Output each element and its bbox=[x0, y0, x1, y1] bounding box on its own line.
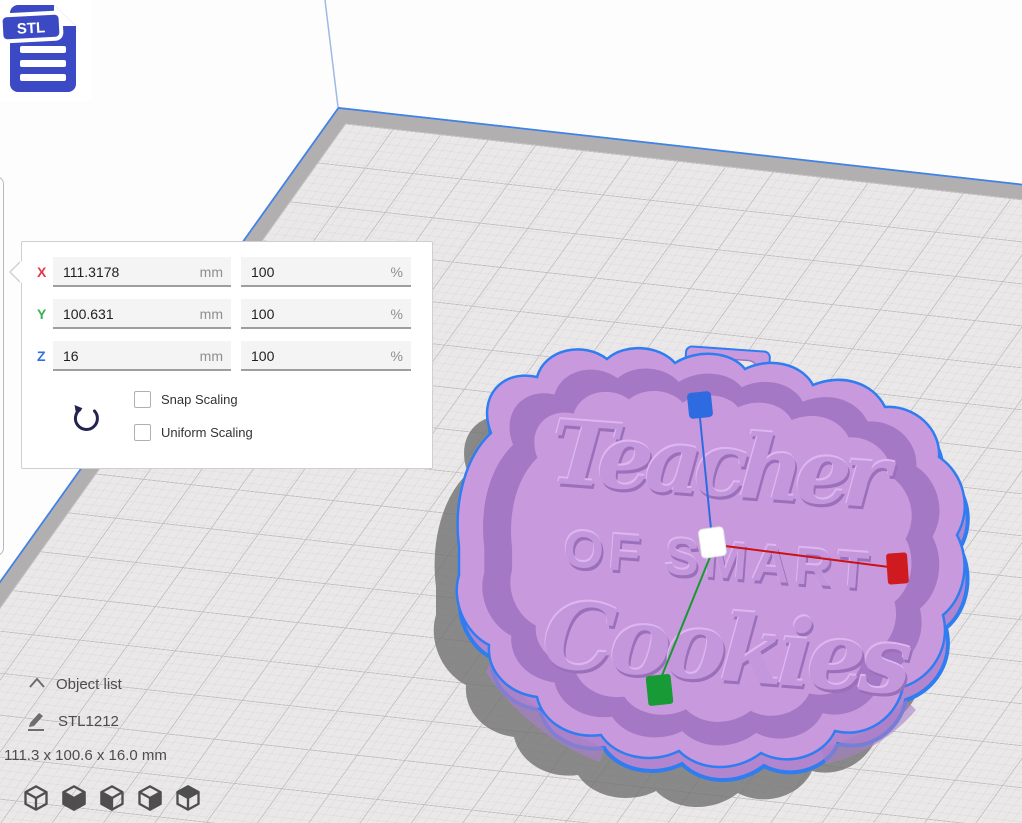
panel-pointer-fill bbox=[11, 261, 22, 283]
z-percent-value: 100 bbox=[251, 348, 274, 364]
axis-y-label: Y bbox=[37, 306, 53, 322]
camera-view-toolbar bbox=[22, 784, 202, 812]
y-percent-unit: % bbox=[391, 306, 403, 322]
stl-file-chip[interactable]: STL bbox=[0, 0, 91, 101]
y-size-unit: mm bbox=[200, 306, 223, 322]
z-size-unit: mm bbox=[200, 348, 223, 364]
x-percent-value: 100 bbox=[251, 264, 274, 280]
top-view-icon[interactable] bbox=[98, 784, 126, 812]
z-percent-input[interactable]: 100 % bbox=[241, 341, 411, 371]
stl-file-icon: STL bbox=[0, 0, 91, 101]
cura-viewport: Teacher Teacher Teacher OF SMART OF SMAR… bbox=[0, 0, 1022, 823]
z-percent-unit: % bbox=[391, 348, 403, 364]
scale-row-x: X 111.3178 mm 100 % bbox=[22, 257, 432, 287]
snap-scaling-checkbox[interactable] bbox=[134, 391, 151, 408]
y-size-input[interactable]: 100.631 mm bbox=[53, 299, 231, 329]
reset-scale-button[interactable] bbox=[70, 402, 102, 436]
left-toolbar-edge bbox=[0, 176, 4, 556]
3d-view-icon[interactable] bbox=[22, 784, 50, 812]
object-dimensions: 111.3 x 100.6 x 16.0 mm bbox=[4, 747, 167, 764]
scale-handle-x[interactable] bbox=[886, 552, 909, 584]
x-size-unit: mm bbox=[200, 264, 223, 280]
x-size-value: 111.3178 bbox=[63, 264, 119, 280]
axis-x-label: X bbox=[37, 264, 53, 280]
stl-badge-label: STL bbox=[16, 19, 45, 37]
left-view-icon[interactable] bbox=[136, 784, 164, 812]
scale-handle-z[interactable] bbox=[687, 391, 714, 419]
scale-tool-panel: X 111.3178 mm 100 % Y 100.631 mm 100 % Z bbox=[21, 241, 433, 469]
scale-handle-y[interactable] bbox=[645, 674, 673, 706]
front-view-icon[interactable] bbox=[60, 784, 88, 812]
object-list-collapse-icon[interactable] bbox=[28, 676, 46, 690]
y-percent-input[interactable]: 100 % bbox=[241, 299, 411, 329]
object-list-label[interactable]: Object list bbox=[56, 676, 122, 693]
model-embossed-text: Teacher Teacher Teacher OF SMART OF SMAR… bbox=[532, 398, 932, 720]
z-size-value: 16 bbox=[63, 348, 79, 364]
x-size-input[interactable]: 111.3178 mm bbox=[53, 257, 231, 287]
z-size-input[interactable]: 16 mm bbox=[53, 341, 231, 371]
scale-handle-uniform[interactable] bbox=[698, 526, 727, 558]
snap-scaling-label: Snap Scaling bbox=[161, 392, 238, 407]
x-percent-unit: % bbox=[391, 264, 403, 280]
object-name[interactable]: STL1212 bbox=[58, 713, 119, 730]
uniform-scaling-checkbox[interactable] bbox=[134, 424, 151, 441]
axis-z-label: Z bbox=[37, 348, 53, 364]
y-size-value: 100.631 bbox=[63, 306, 114, 322]
scale-row-z: Z 16 mm 100 % bbox=[22, 341, 432, 371]
edit-pencil-icon[interactable] bbox=[25, 709, 47, 733]
x-percent-input[interactable]: 100 % bbox=[241, 257, 411, 287]
scale-row-y: Y 100.631 mm 100 % bbox=[22, 299, 432, 329]
y-percent-value: 100 bbox=[251, 306, 274, 322]
model-teacher-of-smart-cookies[interactable]: Teacher Teacher Teacher OF SMART OF SMAR… bbox=[400, 330, 1022, 823]
uniform-scaling-label: Uniform Scaling bbox=[161, 425, 253, 440]
right-view-icon[interactable] bbox=[174, 784, 202, 812]
